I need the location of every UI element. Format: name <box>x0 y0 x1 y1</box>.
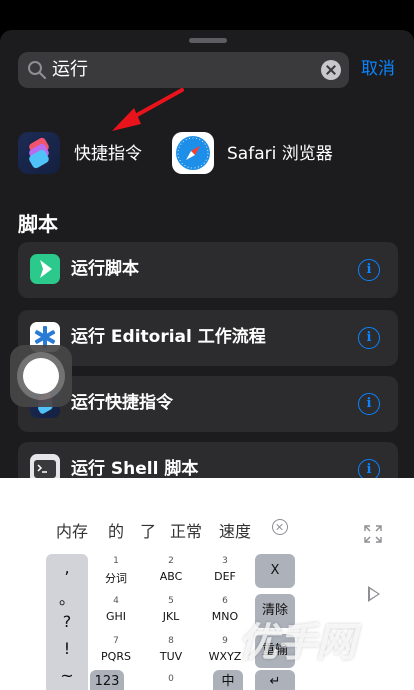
candidate-word[interactable]: 的 <box>108 518 124 542</box>
key-number: 7 <box>113 636 119 646</box>
language-key[interactable]: 中 <box>213 670 243 690</box>
assistive-touch-button[interactable] <box>10 345 72 407</box>
punct-exclaim[interactable]: ! <box>46 639 88 658</box>
return-key[interactable]: ↵ <box>255 670 295 690</box>
key-number: 5 <box>168 596 174 606</box>
delete-key[interactable]: X <box>255 554 295 588</box>
punct-comma[interactable]: , <box>46 558 88 577</box>
candidate-word[interactable]: 内存 <box>56 518 88 542</box>
key-letters: DEF <box>214 570 236 583</box>
key-letters: 分词 <box>105 572 127 585</box>
watermark-logo: 优手网 <box>238 620 356 666</box>
punct-question[interactable]: ? <box>46 612 88 631</box>
punct-tilde[interactable]: ~ <box>46 666 88 685</box>
candidate-word[interactable]: 速度 <box>219 518 251 542</box>
punct-period[interactable]: 。 <box>46 585 88 609</box>
key-number: 8 <box>168 636 174 646</box>
assistive-touch-dot <box>23 358 59 394</box>
dismiss-candidates-icon[interactable] <box>272 519 288 535</box>
play-icon[interactable] <box>368 586 380 602</box>
candidate-word[interactable]: 了 <box>140 518 156 542</box>
key-number: 2 <box>168 556 174 566</box>
key-5[interactable]: 5 JKL <box>147 594 195 634</box>
key-number: 0 <box>168 674 174 684</box>
numbers-key[interactable]: 123 <box>90 670 124 690</box>
key-letters: TUV <box>159 650 183 663</box>
key-letters: GHI <box>105 610 127 623</box>
expand-icon[interactable] <box>363 524 383 544</box>
key-2[interactable]: 2 ABC <box>147 554 195 594</box>
key-letters: ABC <box>159 570 183 583</box>
key-0[interactable]: 0 <box>147 672 195 690</box>
key-3[interactable]: 3 DEF <box>201 554 249 594</box>
key-number: 6 <box>222 596 228 606</box>
key-8[interactable]: 8 TUV <box>147 634 195 674</box>
key-letters: PQRS <box>101 650 131 663</box>
key-number: 1 <box>113 556 119 566</box>
key-letters: JKL <box>162 610 180 623</box>
key-1[interactable]: 1 分词 <box>92 554 140 594</box>
punctuation-column[interactable]: , 。 ? ! ~ <box>46 554 88 690</box>
key-4[interactable]: 4 GHI <box>92 594 140 634</box>
key-7[interactable]: 7 PQRS <box>92 634 140 674</box>
candidate-word[interactable]: 正常 <box>170 518 202 542</box>
key-number: 3 <box>222 556 228 566</box>
key-number: 4 <box>113 596 119 606</box>
